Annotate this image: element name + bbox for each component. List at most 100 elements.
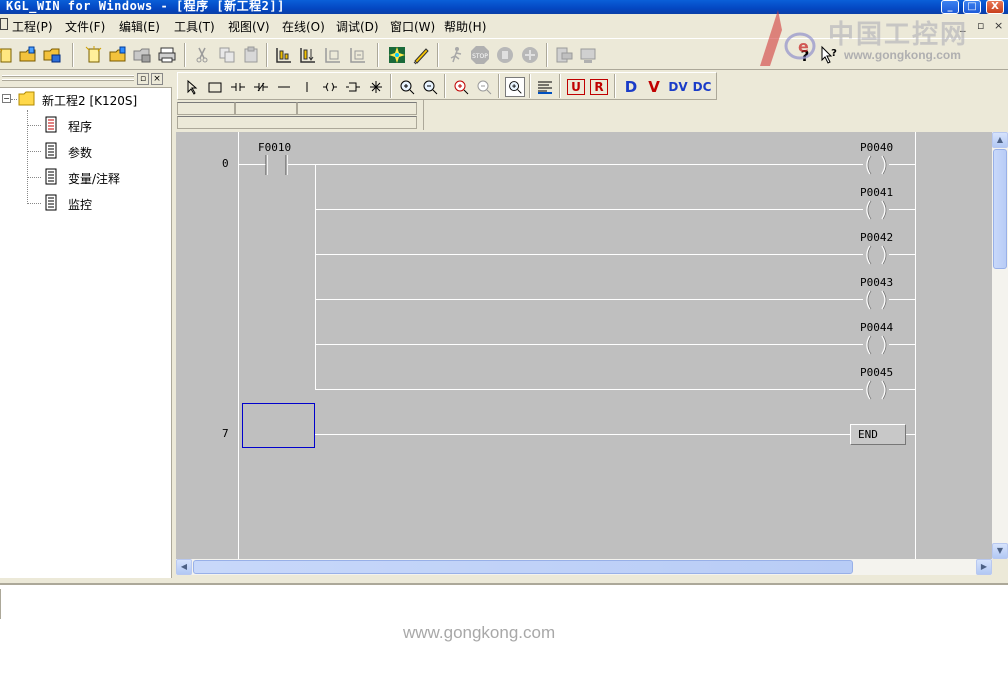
tree-root-label: 新工程2 [K120S] (42, 94, 138, 108)
menu-online[interactable]: 在线(O) (282, 18, 325, 35)
new-project-icon[interactable] (0, 45, 16, 65)
coil-symbol[interactable] (861, 199, 891, 221)
zoom-out-icon[interactable] (420, 77, 440, 97)
zoom-in-icon[interactable] (397, 77, 417, 97)
menu-project[interactable]: 工程(P) (12, 18, 53, 35)
dv-button[interactable]: DV (667, 77, 689, 97)
menu-view[interactable]: 视图(V) (228, 18, 270, 35)
scroll-left-button[interactable]: ◀ (176, 559, 192, 575)
window-title: KGL_WIN for Windows - [程序 [新工程2]] (6, 0, 285, 13)
ladder-view-icon[interactable] (274, 45, 294, 65)
toolbar-separator (437, 43, 439, 67)
align-text-icon[interactable] (535, 77, 555, 97)
dc-button[interactable]: DC (691, 77, 713, 97)
u-button[interactable]: U (567, 79, 585, 95)
ladder-disabled-2-icon[interactable] (348, 45, 368, 65)
pen-edit-icon[interactable] (411, 45, 431, 65)
menu-tools[interactable]: 工具(T) (174, 18, 215, 35)
tree-item-label: 监控 (68, 198, 93, 212)
strip-field (177, 116, 417, 129)
tree-item-program[interactable]: 程序 (44, 116, 164, 134)
horizontal-scrollbar[interactable]: ◀ ▶ (176, 559, 992, 575)
branch-wire (315, 254, 863, 255)
rectangle-select-icon[interactable] (205, 77, 225, 97)
run-icon[interactable] (446, 45, 466, 65)
menu-debug[interactable]: 调试(D) (336, 18, 379, 35)
panel-gripper[interactable] (2, 79, 134, 81)
rung-wire (889, 344, 915, 345)
compile-icon[interactable] (387, 45, 407, 65)
select-arrow-icon[interactable] (182, 77, 202, 97)
output-panel-gripper[interactable] (0, 589, 5, 619)
svg-text:STOP: STOP (472, 53, 488, 60)
upload-icon[interactable] (578, 45, 598, 65)
zoom-out-gray-icon[interactable] (474, 77, 494, 97)
coil-symbol[interactable] (861, 334, 891, 356)
save-project-icon[interactable] (42, 45, 62, 65)
d-button[interactable]: D (621, 77, 641, 97)
open-project-icon[interactable] (18, 45, 38, 65)
function-block-icon[interactable] (343, 77, 363, 97)
zoom-in-red-icon[interactable] (451, 77, 471, 97)
tree-connector (27, 177, 41, 178)
toolbar-separator (444, 74, 446, 98)
ladder-canvas[interactable]: 0 F0010 P0040 P0041 P0042 P0043 P0044 P0… (176, 132, 992, 559)
debug-icon[interactable] (520, 45, 540, 65)
vertical-scroll-thumb[interactable] (993, 149, 1007, 269)
coil-icon[interactable] (320, 77, 340, 97)
menu-file[interactable]: 文件(F) (65, 18, 105, 35)
ladder-disabled-1-icon[interactable] (323, 45, 343, 65)
v-button[interactable]: V (644, 77, 664, 97)
scroll-down-button[interactable]: ▼ (992, 543, 1008, 559)
end-instruction[interactable]: END (850, 424, 906, 445)
new-file-icon[interactable] (84, 45, 104, 65)
open-file-icon[interactable] (108, 45, 128, 65)
tree-item-monitor[interactable]: 监控 (44, 194, 164, 212)
wildcard-icon[interactable] (366, 77, 386, 97)
tree-collapse-toggle[interactable]: − (2, 94, 11, 103)
save-file-icon[interactable] (132, 45, 152, 65)
no-contact-icon[interactable] (228, 77, 248, 97)
coil-symbol[interactable] (861, 379, 891, 401)
horizontal-line-icon[interactable] (274, 77, 294, 97)
print-icon[interactable] (157, 45, 177, 65)
tree-item-parameters[interactable]: 参数 (44, 142, 164, 160)
menu-help[interactable]: 帮助(H) (444, 18, 486, 35)
r-button[interactable]: R (590, 79, 608, 95)
branch-vertical (315, 164, 316, 390)
download-icon[interactable] (554, 45, 574, 65)
tree-item-variables[interactable]: 变量/注释 (44, 168, 164, 186)
zoom-fit-icon[interactable] (505, 77, 525, 97)
paste-icon[interactable] (241, 45, 261, 65)
tree-root-project[interactable]: 新工程2 [K120S] (18, 90, 168, 108)
cut-icon[interactable] (192, 45, 212, 65)
panel-gripper[interactable] (2, 75, 134, 77)
vertical-scrollbar[interactable]: ▲ ▼ (992, 132, 1008, 559)
instruction-list-icon[interactable] (298, 45, 318, 65)
stop-icon[interactable]: STOP (470, 45, 490, 65)
nc-contact-icon[interactable] (251, 77, 271, 97)
horizontal-scroll-thumb[interactable] (193, 560, 853, 574)
app-menu-icon[interactable] (0, 18, 8, 30)
coil-symbol[interactable] (861, 244, 891, 266)
copy-icon[interactable] (217, 45, 237, 65)
menu-edit[interactable]: 编辑(E) (119, 18, 160, 35)
strip-field (297, 102, 417, 115)
branch-wire (315, 299, 863, 300)
variable-document-icon (45, 168, 57, 185)
menu-window[interactable]: 窗口(W) (390, 18, 435, 35)
coil-label: P0041 (860, 186, 894, 199)
pause-hand-icon[interactable] (495, 45, 515, 65)
coil-symbol[interactable] (861, 154, 891, 176)
panel-close-button[interactable]: × (151, 73, 163, 85)
vertical-line-icon[interactable] (297, 77, 317, 97)
scroll-right-button[interactable]: ▶ (976, 559, 992, 575)
panel-restore-button[interactable]: ▫ (137, 73, 149, 85)
no-contact-symbol[interactable] (265, 154, 289, 176)
scroll-up-button[interactable]: ▲ (992, 132, 1008, 148)
coil-symbol[interactable] (861, 289, 891, 311)
toolbar-separator (377, 43, 379, 67)
output-panel: www.gongkong.com (0, 583, 1008, 677)
panel-header: ▫ × (0, 70, 172, 88)
edit-cursor[interactable] (242, 403, 315, 448)
